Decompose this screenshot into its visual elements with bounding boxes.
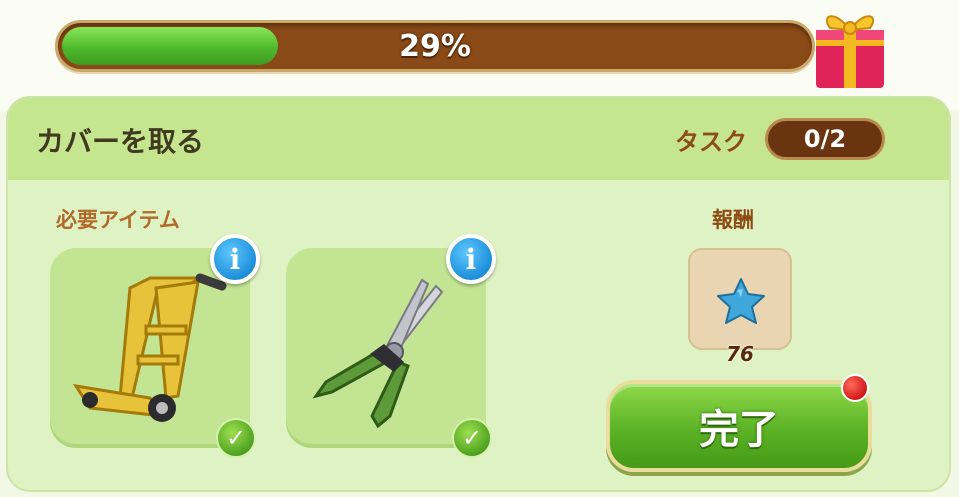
task-title: カバーを取る xyxy=(36,125,205,158)
task-label: タスク xyxy=(675,128,747,156)
task-count-badge: 0/2 xyxy=(765,118,885,160)
complete-button[interactable]: 完了 xyxy=(606,380,872,472)
item-info-button[interactable]: i xyxy=(210,234,260,284)
gift-box-icon[interactable] xyxy=(806,0,894,92)
reward-count: 76 xyxy=(726,342,754,366)
progress-bar: 29% xyxy=(55,20,815,72)
check-icon: ✓ xyxy=(452,418,492,458)
item-card-hand-truck[interactable]: i ✓ xyxy=(50,234,260,458)
blue-star-gem-icon xyxy=(717,278,765,324)
item-card-pruning-shears[interactable]: i ✓ xyxy=(286,234,496,458)
item-info-button[interactable]: i xyxy=(446,234,496,284)
notification-dot xyxy=(841,374,869,402)
reward-label: 報酬 xyxy=(712,208,754,232)
reward-slot[interactable] xyxy=(688,248,792,350)
progress-label: 29% xyxy=(399,28,471,64)
task-panel: カバーを取る タスク 0/2 必要アイテム 報酬 i ✓ i ✓ 76 完了 xyxy=(6,96,951,492)
check-icon: ✓ xyxy=(216,418,256,458)
required-items-label: 必要アイテム xyxy=(56,208,180,232)
